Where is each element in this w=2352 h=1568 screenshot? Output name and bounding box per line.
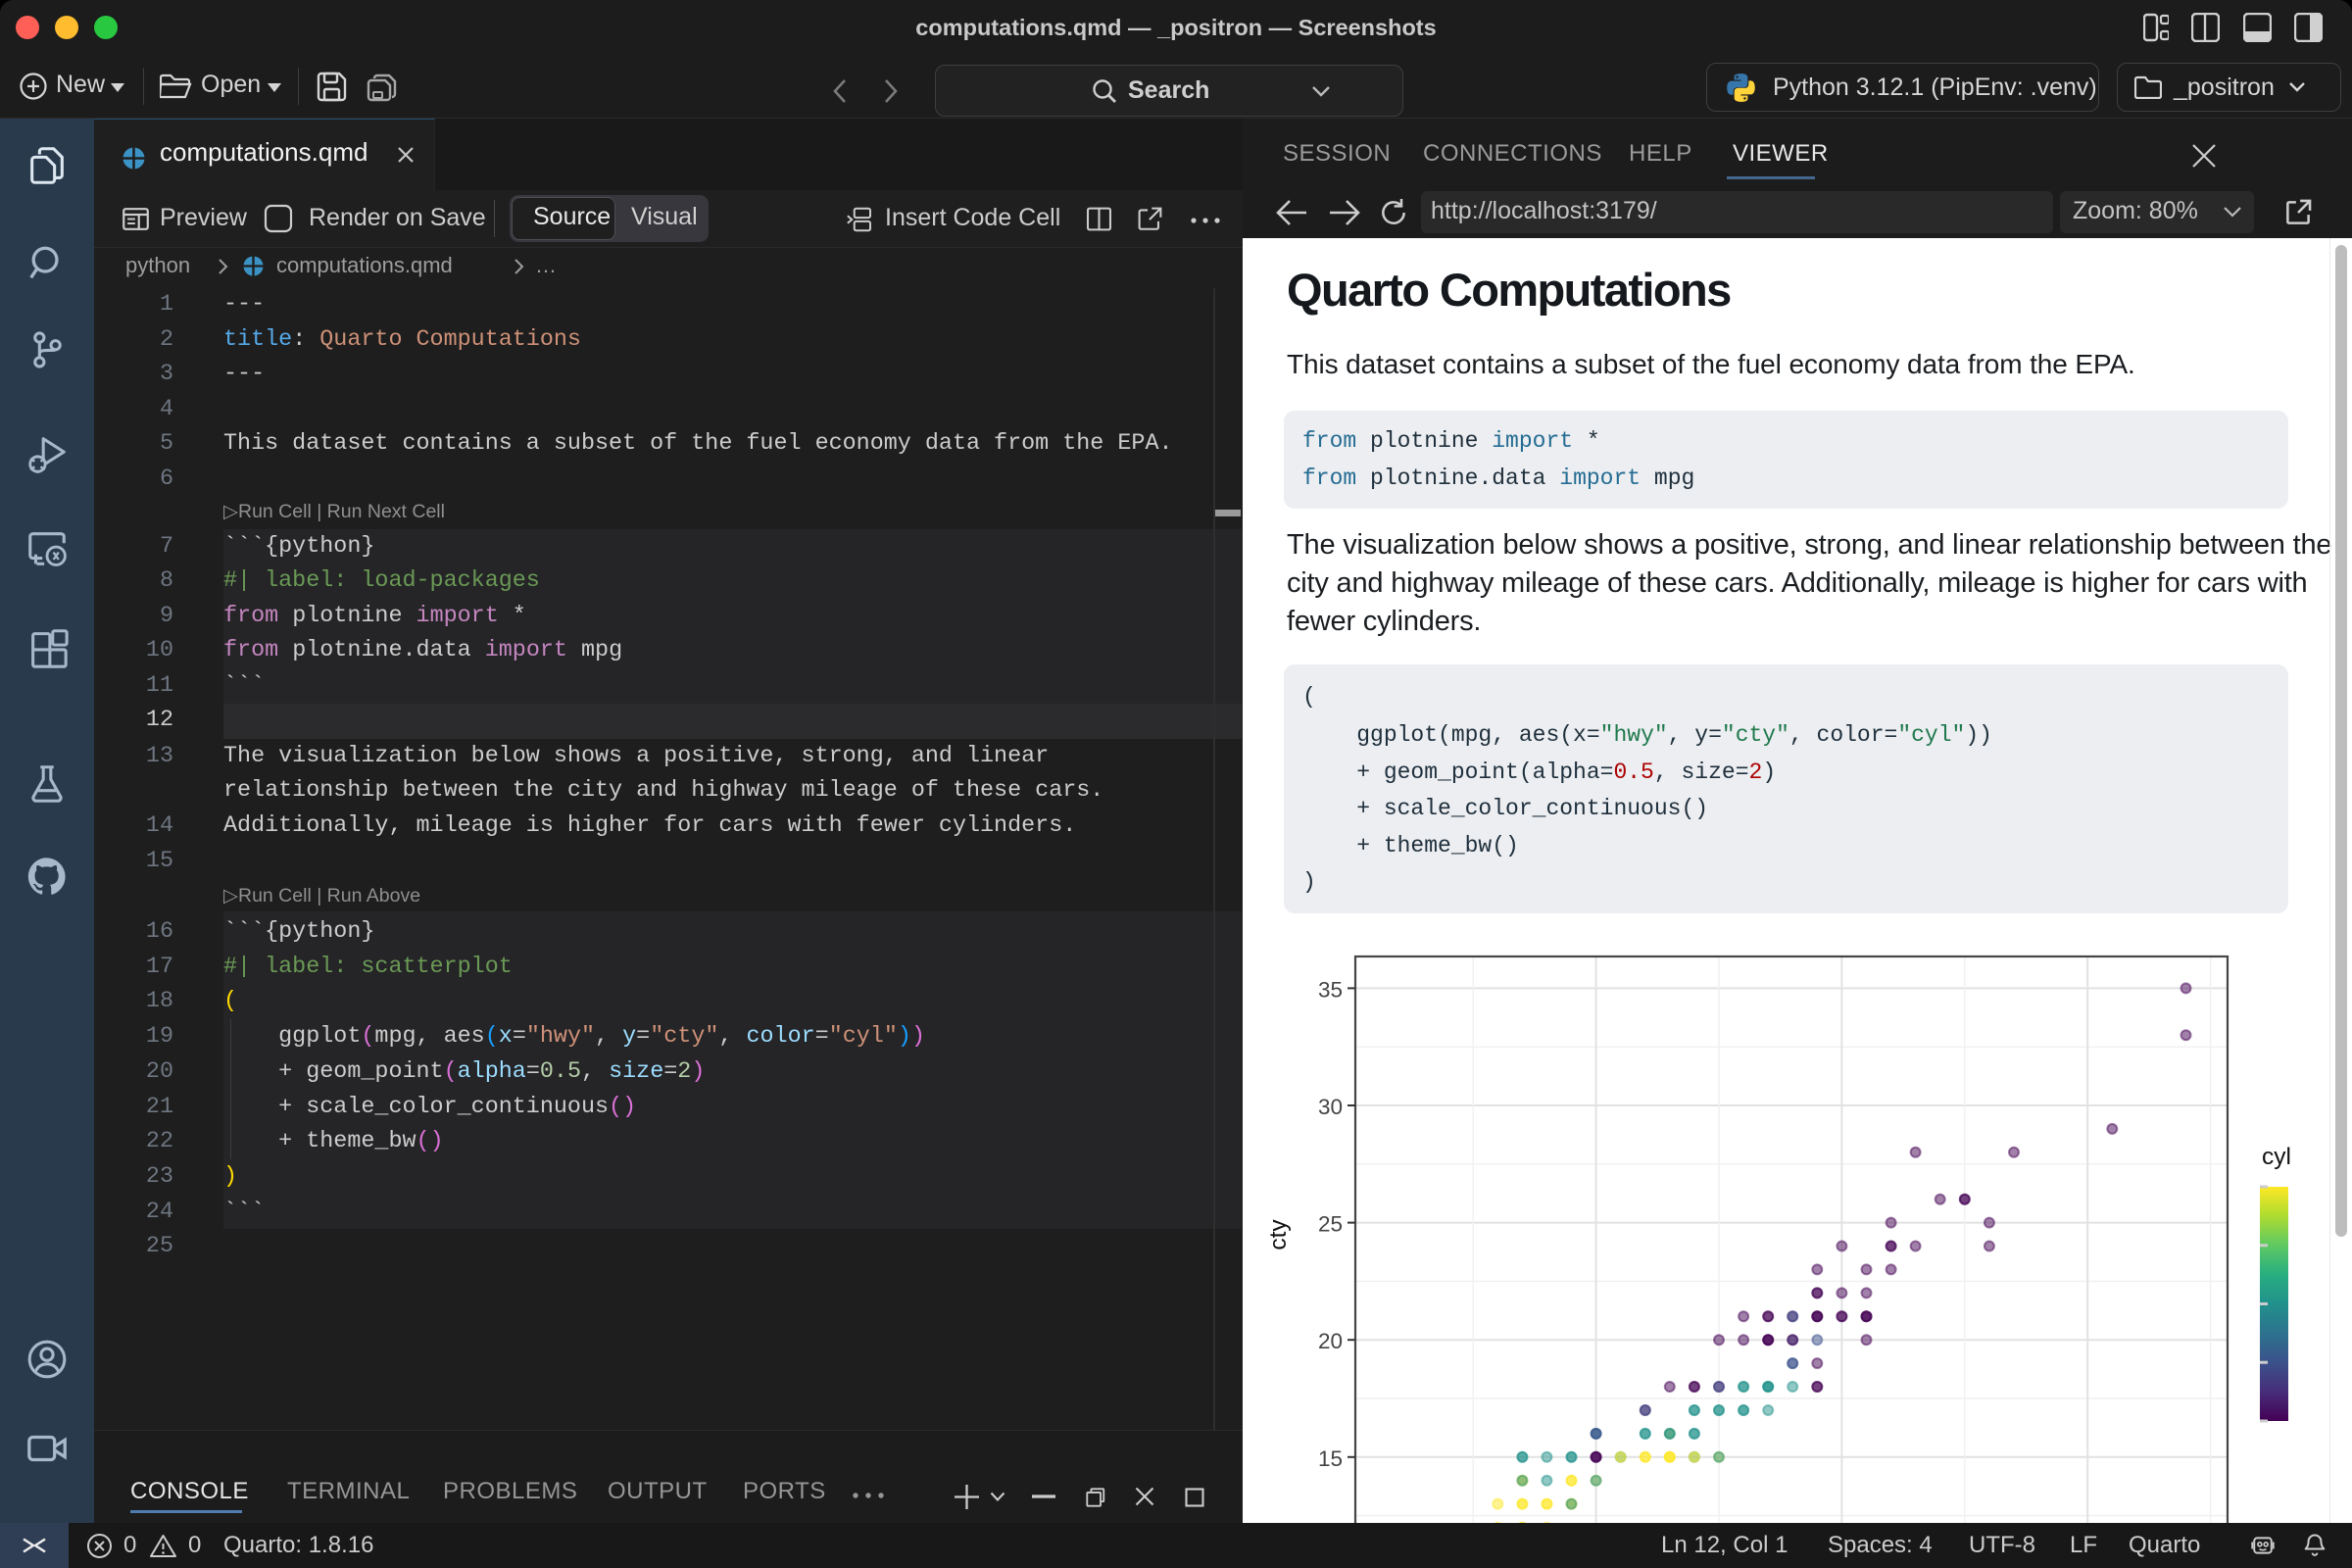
svg-text:15: 15 bbox=[1318, 1446, 1343, 1471]
svg-text:30: 30 bbox=[1318, 1095, 1343, 1119]
svg-text:20: 20 bbox=[1318, 1329, 1343, 1353]
svg-text:35: 35 bbox=[1318, 977, 1343, 1002]
svg-text:25: 25 bbox=[1318, 1212, 1343, 1237]
svg-text:cyl: cyl bbox=[2262, 1144, 2291, 1170]
svg-text:cty: cty bbox=[1265, 1219, 1292, 1250]
